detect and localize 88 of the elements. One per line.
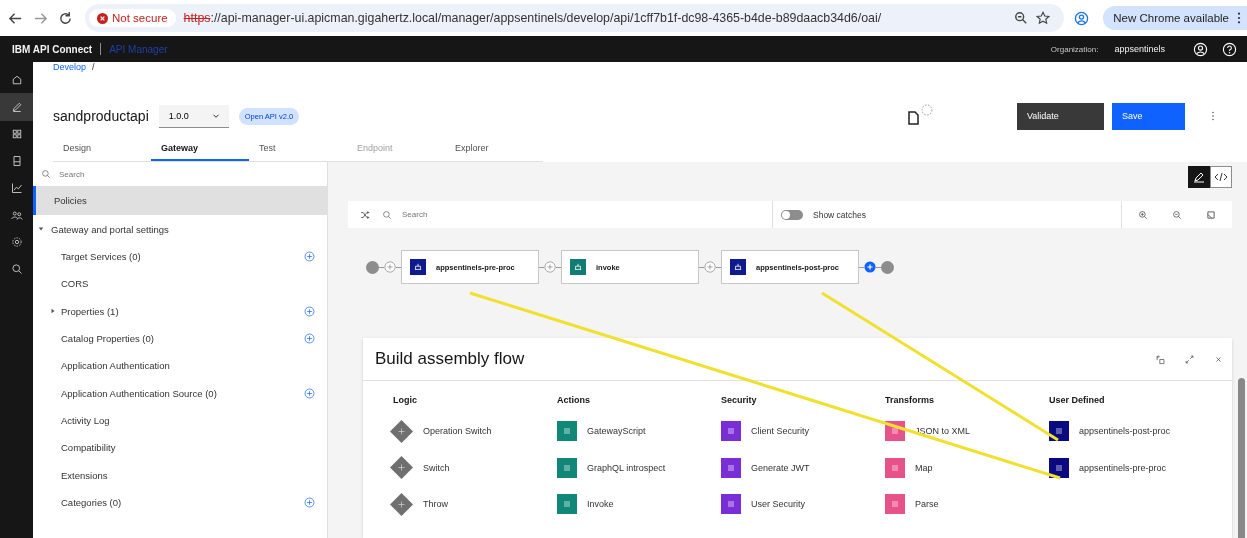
organization-label: Organization: [1050, 44, 1099, 54]
api-name: sandproductapi [53, 108, 149, 124]
caret-icon[interactable] [50, 308, 56, 315]
add-icon[interactable] [864, 261, 876, 273]
sidebar-item[interactable]: Target Services (0) [61, 251, 304, 263]
overflow-menu-icon[interactable] [1211, 111, 1215, 121]
gear-icon[interactable] [10, 236, 23, 248]
user-icon[interactable] [1193, 41, 1208, 57]
zoom-in-icon[interactable] [1138, 209, 1148, 220]
sidebar-item[interactable]: Policies [33, 186, 327, 215]
sidebar-item[interactable]: Compatibility [61, 442, 327, 454]
search-icon[interactable] [10, 263, 23, 275]
palette-item[interactable]: User Security [721, 486, 885, 523]
sidebar-item[interactable]: Categories (0) [61, 496, 304, 508]
palette-item[interactable]: GatewayScript [557, 413, 721, 450]
home-icon[interactable] [10, 74, 23, 86]
search-field[interactable]: Search [400, 209, 604, 220]
category-heading: Actions [557, 395, 591, 405]
validate-button[interactable]: Validate [1017, 102, 1104, 130]
save-button[interactable]: Save [1112, 102, 1185, 130]
sidebar-item[interactable]: Extensions [61, 469, 327, 481]
search-icon [41, 169, 51, 179]
users-icon[interactable] [10, 209, 23, 221]
add-icon[interactable] [304, 333, 315, 345]
palette-item[interactable]: Throw [393, 486, 557, 523]
tab[interactable]: Gateway [151, 138, 249, 161]
panel-title: Build assembly flow [375, 349, 525, 369]
reload-icon[interactable] [58, 10, 73, 26]
category-heading: Security [721, 395, 758, 405]
organization-name[interactable]: appsentinels [1114, 44, 1165, 54]
kebab-icon [1237, 12, 1241, 24]
sidebar-item[interactable]: Properties (1) [61, 305, 304, 317]
add-icon[interactable] [304, 305, 315, 317]
shuffle-icon[interactable] [360, 209, 370, 220]
zoom-out-icon[interactable] [1172, 209, 1182, 220]
add-icon[interactable] [304, 251, 315, 263]
palette-item[interactable]: Parse [885, 486, 1049, 523]
error-icon [97, 12, 108, 24]
palette-item[interactable]: Switch [393, 449, 557, 486]
address-bar[interactable]: Not secure https://api-manager-ui.apicman.gigahertz.local/manager/appsentinels/develop/api/1cff7b1f-dc98-4365-b4de-b89daacb34d6/oai/ [85, 4, 1065, 32]
breadcrumb-separator: / [92, 62, 95, 72]
document-icon[interactable] [10, 155, 23, 167]
tab[interactable]: Explorer [445, 138, 543, 161]
sidebar-group-label[interactable]: Gateway and portal settings [51, 223, 169, 235]
add-icon[interactable] [304, 496, 315, 508]
expand-icon[interactable] [1184, 353, 1195, 365]
brand-name: IBM API Connect [12, 43, 93, 55]
profile-icon[interactable] [1074, 10, 1090, 26]
sidebar-item[interactable]: Activity Log [61, 414, 327, 426]
palette-item[interactable]: appsentinels-post-proc [1049, 413, 1213, 450]
tab[interactable]: Design [53, 138, 151, 161]
palette-item[interactable]: Map [885, 449, 1049, 486]
pencil-icon[interactable] [10, 101, 23, 113]
search-icon [382, 209, 392, 220]
url-text: https://api-manager-ui.apicman.gigahertz.local/manager/appsentinels/develop/api/1cff7b1f-dc98-4365-b4de-b89daacb34d6/oai/ [183, 11, 883, 25]
search-field[interactable]: Search [57, 168, 261, 180]
toggle-switch[interactable] [781, 209, 803, 220]
category-heading: Transforms [885, 395, 936, 405]
add-icon[interactable] [304, 387, 315, 399]
sidebar-item[interactable]: Application Authentication Source (0) [61, 387, 304, 399]
sidebar-item[interactable]: Catalog Properties (0) [61, 333, 304, 345]
undock-icon[interactable] [1155, 353, 1166, 365]
zoom-icon[interactable] [1014, 11, 1029, 25]
tab[interactable]: Test [249, 138, 347, 161]
palette-item[interactable]: Operation Switch [393, 413, 557, 450]
palette-item[interactable]: GraphQL introspect [557, 449, 721, 486]
chart-icon[interactable] [10, 182, 23, 194]
sidebar-item[interactable]: Application Authentication [61, 360, 327, 372]
caret-icon[interactable] [38, 226, 44, 232]
version-dropdown[interactable]: 1.0.0 [158, 104, 229, 128]
breadcrumb-link[interactable]: Develop [53, 62, 87, 72]
edit-view-icon[interactable] [1188, 166, 1210, 188]
grid-icon[interactable] [10, 128, 23, 140]
palette-item[interactable]: Generate JWT [721, 449, 885, 486]
code-view-icon[interactable] [1210, 166, 1232, 188]
sidebar-item[interactable]: CORS [61, 278, 327, 290]
palette-item[interactable]: Client Security [721, 413, 885, 450]
update-button[interactable]: New Chrome available [1103, 6, 1247, 30]
help-icon[interactable] [1222, 41, 1237, 57]
palette-item[interactable]: Invoke [557, 486, 721, 523]
star-icon[interactable] [1036, 11, 1051, 25]
toggle-label: Show catches [813, 209, 866, 220]
category-heading: User Defined [1049, 395, 1106, 405]
fit-icon[interactable] [1206, 209, 1216, 220]
category-heading: Logic [393, 395, 418, 405]
palette-item[interactable]: JSON to XML [885, 413, 1049, 450]
not-secure-chip[interactable]: Not secure [89, 9, 176, 27]
palette-item[interactable]: appsentinels-pre-proc [1049, 449, 1213, 486]
